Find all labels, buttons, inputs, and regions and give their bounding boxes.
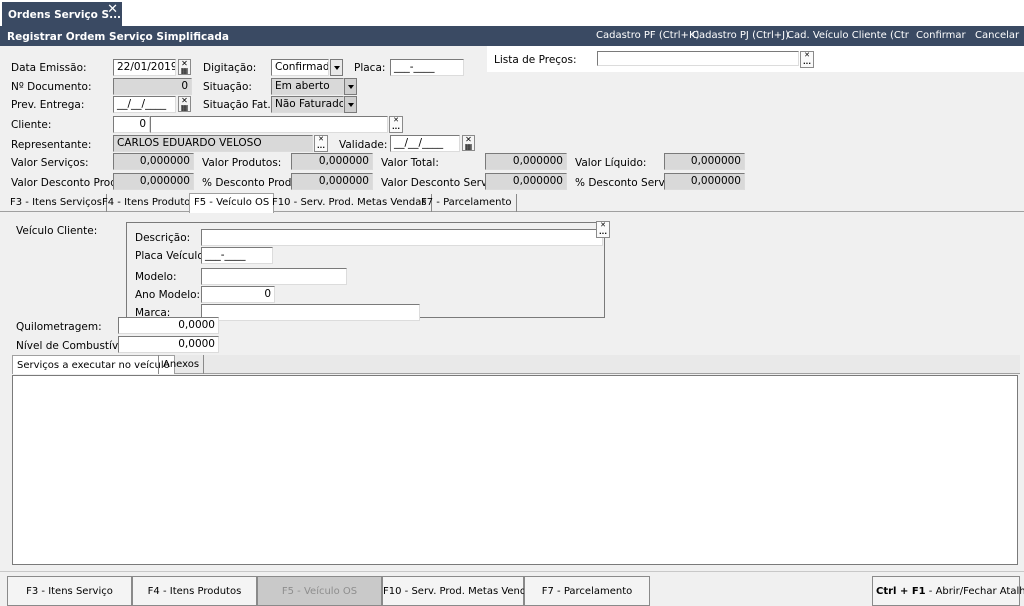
representante-lookup-icon[interactable]: ✕... [314, 135, 328, 152]
veiculo-cliente-label: Veículo Cliente: [16, 225, 98, 237]
combustivel-label: Nível de Combustível: [16, 340, 132, 352]
cadastro-pf-button[interactable]: Cadastro PF (Ctrl+K) [596, 30, 699, 41]
chevron-down-icon[interactable] [330, 59, 343, 76]
close-icon[interactable]: ✕ [107, 2, 118, 17]
valor-produtos-input: 0,000000 [291, 153, 373, 170]
pct-desc-serv-label: % Desconto Serv.: [575, 177, 671, 189]
valor-produtos-label: Valor Produtos: [202, 157, 282, 169]
valor-liquido-input: 0,000000 [664, 153, 745, 170]
servicos-memo[interactable] [12, 375, 1018, 565]
cliente-label: Cliente: [11, 119, 52, 131]
valor-desc-serv-input: 0,000000 [485, 173, 567, 190]
tab-itens-servicos[interactable]: F3 - Itens Serviços [6, 194, 107, 212]
situacao-select[interactable]: Em aberto [271, 78, 344, 95]
order-header-form: Lista de Preços: ✕... Data Emissão: 22/0… [0, 46, 1024, 194]
confirmar-button[interactable]: Confirmar [916, 30, 966, 41]
document-tabstrip: Ordens Serviço S... ✕ [0, 0, 1024, 26]
valor-servicos-label: Valor Serviços: [11, 157, 89, 169]
document-tab[interactable]: Ordens Serviço S... ✕ [2, 2, 122, 26]
cliente-code-input[interactable]: 0 [113, 116, 150, 133]
tab-metas-vendas[interactable]: F10 - Serv. Prod. Metas Vendas [268, 194, 432, 212]
veiculo-os-button[interactable]: F5 - Veículo OS [257, 576, 382, 606]
pct-desc-prod-input: 0,000000 [291, 173, 373, 190]
window-title: Registrar Ordem Serviço Simplificada [7, 31, 229, 43]
modelo-input[interactable] [201, 268, 347, 285]
toggle-shortcuts-button[interactable]: Ctrl + F1 - Abrir/Fechar Atalhos [872, 576, 1024, 606]
placa-veiculo-input[interactable]: ___-____ [201, 247, 273, 264]
chevron-down-icon[interactable] [344, 78, 357, 95]
marca-input[interactable] [201, 304, 420, 321]
ano-modelo-input[interactable]: 0 [201, 286, 275, 303]
tab-servicos-executar[interactable]: Serviços a executar no veículo [12, 355, 175, 374]
calendar-icon[interactable]: ✕ ▦ [178, 59, 191, 75]
situacao-fat-select[interactable]: Não Faturado [271, 96, 344, 113]
valor-total-input: 0,000000 [485, 153, 567, 170]
lista-precos-input[interactable] [597, 51, 799, 66]
valor-desc-prod-label: Valor Desconto Prod.: [11, 177, 124, 189]
quilometragem-input[interactable]: 0,0000 [118, 317, 219, 334]
chevron-down-icon[interactable] [344, 96, 357, 113]
lista-precos-label: Lista de Preços: [494, 54, 577, 66]
cliente-lookup-icon[interactable]: ✕... [389, 116, 403, 133]
window-titlebar: Registrar Ordem Serviço Simplificada Cad… [0, 26, 1024, 46]
valor-servicos-input: 0,000000 [113, 153, 194, 170]
placa-input[interactable]: ___-____ [390, 59, 464, 76]
calendar-icon[interactable]: ✕ ▦ [178, 96, 191, 112]
ano-modelo-label: Ano Modelo: [135, 289, 201, 301]
tab-parcelamento[interactable]: F7 - Parcelamento [417, 194, 517, 212]
valor-desc-serv-label: Valor Desconto Serv.: [381, 177, 494, 189]
lista-precos-lookup-icon[interactable]: ✕... [800, 51, 814, 68]
shortcut-keys: Ctrl + F1 [876, 586, 926, 597]
situacao-label: Situação: [203, 81, 252, 93]
placa-veiculo-label: Placa Veículo: [135, 250, 208, 262]
pct-desc-serv-input: 0,000000 [664, 173, 745, 190]
descricao-input[interactable] [201, 229, 603, 246]
veiculo-cliente-group: Descrição: Placa Veículo: ___-____ Model… [126, 222, 605, 321]
validade-input[interactable]: __/__/____ [390, 135, 460, 152]
tab-veiculo-os[interactable]: F5 - Veículo OS [189, 193, 275, 213]
n-documento-input: 0 [113, 78, 192, 95]
cliente-name-input[interactable] [150, 116, 388, 133]
document-tab-title: Ordens Serviço S... [8, 9, 122, 21]
data-emissao-input[interactable]: 22/01/2019 [113, 59, 176, 76]
itens-servico-button[interactable]: F3 - Itens Serviço [7, 576, 132, 606]
n-documento-label: Nº Documento: [11, 81, 92, 93]
valor-total-label: Valor Total: [381, 157, 439, 169]
placa-label: Placa: [354, 62, 386, 74]
veiculo-subtabs: Serviços a executar no veículo Anexos [12, 355, 1020, 374]
tab-itens-produtos[interactable]: F4 - Itens Produtos [98, 194, 201, 212]
shortcut-label: - Abrir/Fechar Atalhos [928, 586, 1024, 597]
cadastro-pj-button[interactable]: Cadastro PJ (Ctrl+J) [692, 30, 789, 41]
digitacao-label: Digitação: [203, 62, 257, 74]
main-tabs: F3 - Itens Serviços F4 - Itens Produtos … [0, 193, 1024, 213]
situacao-fat-label: Situação Fat.: [203, 99, 275, 111]
representante-input[interactable]: CARLOS EDUARDO VELOSO [113, 135, 313, 152]
metas-vendas-button[interactable]: F10 - Serv. Prod. Metas Vendas [382, 576, 538, 606]
descricao-label: Descrição: [135, 232, 191, 244]
digitacao-select[interactable]: Confirmado [271, 59, 329, 76]
combustivel-input[interactable]: 0,0000 [118, 336, 219, 353]
pct-desc-prod-label: % Desconto Prod.: [202, 177, 299, 189]
prev-entrega-label: Prev. Entrega: [11, 99, 85, 111]
calendar-icon[interactable]: ✕ ▦ [462, 135, 475, 151]
valor-desc-prod-input: 0,000000 [113, 173, 194, 190]
representante-label: Representante: [11, 139, 92, 151]
itens-produtos-button[interactable]: F4 - Itens Produtos [132, 576, 257, 606]
tab-anexos[interactable]: Anexos [158, 355, 205, 374]
parcelamento-button[interactable]: F7 - Parcelamento [524, 576, 650, 606]
shortcut-bar: F3 - Itens Serviço F4 - Itens Produtos F… [0, 571, 1024, 606]
prev-entrega-input[interactable]: __/__/____ [113, 96, 176, 113]
cad-veiculo-cliente-button[interactable]: Cad. Veículo Cliente (Ctrl+E [787, 30, 909, 41]
cancelar-button[interactable]: Cancelar [975, 30, 1019, 41]
modelo-label: Modelo: [135, 271, 177, 283]
quilometragem-label: Quilometragem: [16, 321, 102, 333]
validade-label: Validade: [339, 139, 388, 151]
valor-liquido-label: Valor Líquido: [575, 157, 647, 169]
data-emissao-label: Data Emissão: [11, 62, 87, 74]
veiculo-lookup-icon[interactable]: ✕... [596, 221, 610, 238]
